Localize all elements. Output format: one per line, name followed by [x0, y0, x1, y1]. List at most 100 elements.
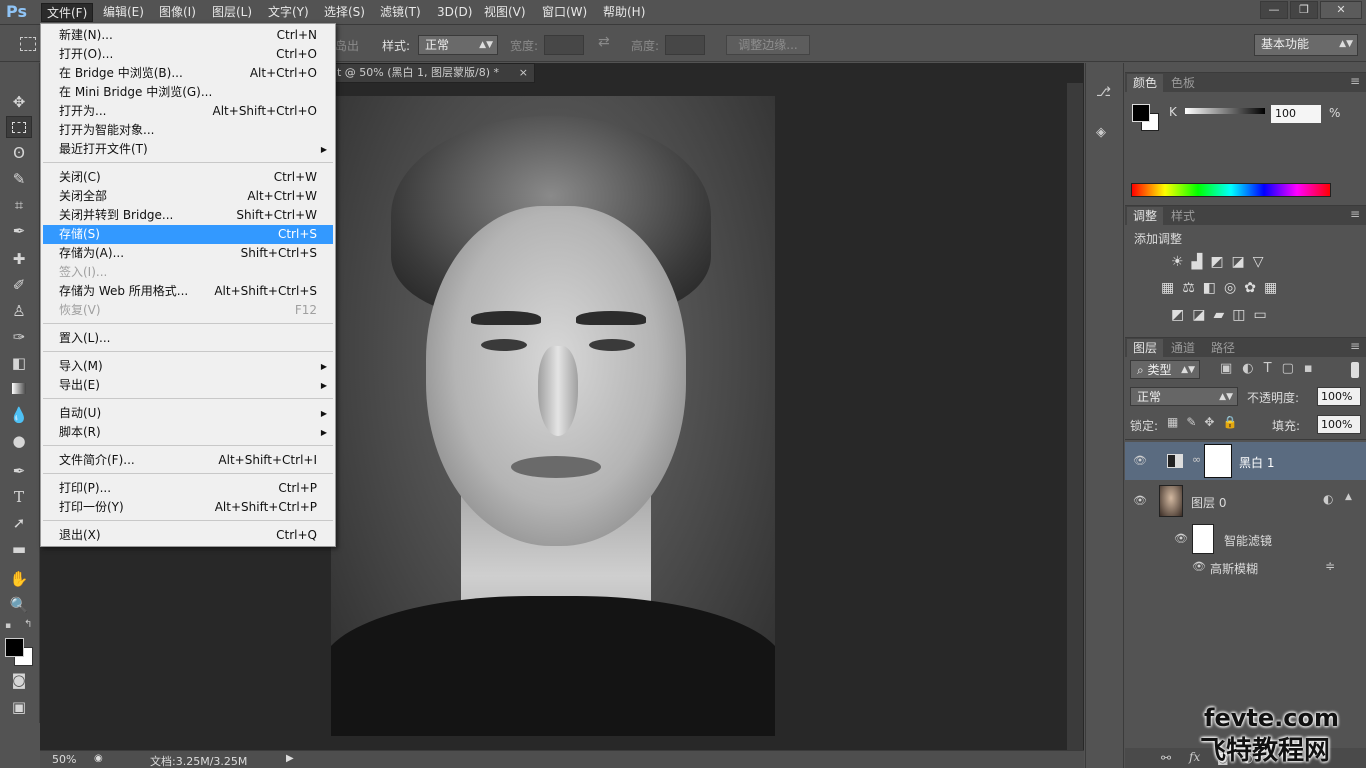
restore-button[interactable]: ❐ — [1290, 1, 1318, 19]
status-arrow-icon[interactable]: ▶ — [286, 753, 294, 764]
menu-item-close[interactable]: 关闭(C) Ctrl+W — [43, 168, 333, 187]
tab-channels[interactable]: 通道 — [1165, 339, 1201, 357]
chevron-up-icon[interactable]: ▲ — [1345, 492, 1352, 502]
menu-type[interactable]: 文字(Y) — [263, 3, 314, 22]
menu-3d[interactable]: 3D(D) — [432, 3, 477, 22]
menu-filter[interactable]: 滤镜(T) — [375, 3, 426, 22]
fill-input[interactable]: 100% — [1317, 415, 1361, 434]
menu-item-close-all[interactable]: 关闭全部 Alt+Ctrl+W — [43, 187, 333, 206]
k-value-input[interactable]: 100 — [1271, 105, 1321, 123]
filter-toggle[interactable] — [1351, 362, 1359, 378]
eye-icon[interactable]: 👁 — [1133, 454, 1147, 467]
width-input[interactable] — [544, 35, 584, 55]
minimize-button[interactable]: — — [1260, 1, 1288, 19]
clone-stamp-tool-icon[interactable]: ♙ — [6, 300, 32, 322]
menu-edit[interactable]: 编辑(E) — [98, 3, 149, 22]
gaussian-blur-row[interactable]: 👁 高斯模糊 ≑ — [1125, 557, 1366, 576]
move-tool-icon[interactable]: ✥ — [6, 91, 32, 113]
menu-item-automate[interactable]: 自动(U) ▶ — [43, 404, 333, 423]
menu-item-browse-bridge[interactable]: 在 Bridge 中浏览(B)... Alt+Ctrl+O — [43, 64, 333, 83]
eye-icon[interactable]: 👁 — [1133, 494, 1147, 507]
tab-adjustments[interactable]: 调整 — [1127, 207, 1164, 225]
quick-mask-icon[interactable]: ◙ — [6, 669, 32, 691]
swap-icon[interactable]: ⇄ — [598, 34, 610, 50]
blend-mode-select[interactable]: 正常 ▲▼ — [1130, 387, 1238, 406]
menu-item-place[interactable]: 置入(L)... — [43, 329, 333, 348]
tab-color[interactable]: 颜色 — [1127, 74, 1164, 92]
panel-menu-icon[interactable]: ≡ — [1350, 339, 1360, 353]
marquee-tool-icon[interactable] — [6, 116, 32, 138]
brush-tool-icon[interactable]: ✐ — [6, 274, 32, 296]
pen-tool-icon[interactable]: ✒ — [6, 460, 32, 482]
menu-help[interactable]: 帮助(H) — [598, 3, 650, 22]
lock-icons[interactable]: ▦✎✥🔒 — [1167, 415, 1245, 429]
tab-layers[interactable]: 图层 — [1127, 339, 1164, 357]
k-slider[interactable] — [1185, 108, 1265, 114]
menu-item-print-one-copy[interactable]: 打印一份(Y) Alt+Shift+Ctrl+P — [43, 498, 333, 517]
menu-item-open[interactable]: 打开(O)... Ctrl+O — [43, 45, 333, 64]
panel-menu-icon[interactable]: ≡ — [1350, 207, 1360, 221]
menu-item-recent-files[interactable]: 最近打开文件(T) ▶ — [43, 140, 333, 159]
menu-image[interactable]: 图像(I) — [154, 3, 201, 22]
image-canvas[interactable] — [331, 96, 775, 736]
dodge-tool-icon[interactable]: ● — [6, 430, 32, 452]
style-select[interactable]: 正常 ▲▼ — [418, 35, 498, 55]
vertical-scrollbar[interactable] — [1067, 83, 1083, 750]
menu-item-file-info[interactable]: 文件简介(F)... Alt+Shift+Ctrl+I — [43, 451, 333, 470]
tab-paths[interactable]: 路径 — [1205, 339, 1241, 357]
document-tab[interactable]: t @ 50% (黑白 1, 图层蒙版/8) * × — [330, 63, 535, 83]
adjustment-icons-row3[interactable]: ◩◪▰◫▭ — [1171, 307, 1275, 323]
rectangle-tool-icon[interactable]: ▬ — [6, 538, 32, 560]
foreground-color-swatch[interactable] — [5, 638, 24, 657]
status-icon[interactable]: ◉ — [94, 753, 103, 764]
height-input[interactable] — [665, 35, 705, 55]
zoom-tool-icon[interactable]: 🔍 — [6, 594, 32, 616]
layer-row-layer0[interactable]: 👁 图层 0 ◐ ▲ — [1125, 482, 1366, 520]
menu-item-import[interactable]: 导入(M) ▶ — [43, 357, 333, 376]
tab-styles[interactable]: 样式 — [1165, 207, 1201, 225]
layer-filter-icons[interactable]: ▣◐T▢▪ — [1220, 361, 1323, 376]
filter-options-icon[interactable]: ≑ — [1325, 559, 1335, 573]
marquee-tool-preset-icon[interactable] — [20, 37, 36, 51]
menu-view[interactable]: 视图(V) — [479, 3, 531, 22]
menu-item-save-for-web[interactable]: 存储为 Web 所用格式... Alt+Shift+Ctrl+S — [43, 282, 333, 301]
color-spectrum-bar[interactable] — [1131, 183, 1331, 197]
smart-filters-row[interactable]: 👁 智能滤镜 — [1125, 522, 1366, 556]
hand-tool-icon[interactable]: ✋ — [6, 568, 32, 590]
adjustment-icons-row2[interactable]: ▦⚖◧◎✿▦ — [1161, 280, 1285, 296]
panel-menu-icon[interactable]: ≡ — [1350, 74, 1360, 88]
lasso-tool-icon[interactable]: ʘ — [6, 142, 32, 164]
color-fg-swatch[interactable] — [1132, 104, 1150, 122]
gradient-tool-icon[interactable] — [6, 378, 32, 400]
menu-layer[interactable]: 图层(L) — [207, 3, 257, 22]
eyedropper-tool-icon[interactable]: ✒ — [6, 220, 32, 242]
refine-edge-button[interactable]: 调整边缘... — [726, 35, 810, 55]
menu-item-print[interactable]: 打印(P)... Ctrl+P — [43, 479, 333, 498]
path-select-tool-icon[interactable]: ➚ — [6, 512, 32, 534]
eye-icon[interactable]: 👁 — [1174, 532, 1188, 545]
menu-item-new[interactable]: 新建(N)... Ctrl+N — [43, 26, 333, 45]
close-tab-icon[interactable]: × — [519, 64, 528, 82]
history-panel-icon[interactable]: ⎇ — [1096, 85, 1114, 105]
layer-row-bw[interactable]: 👁 ∞ 黑白 1 — [1125, 442, 1366, 480]
menu-item-save[interactable]: 存储(S) Ctrl+S — [43, 225, 333, 244]
blur-tool-icon[interactable]: 💧 — [6, 404, 32, 426]
screen-mode-icon[interactable]: ▣ — [6, 696, 32, 718]
quick-select-tool-icon[interactable]: ✎ — [6, 168, 32, 190]
eye-icon[interactable]: 👁 — [1192, 560, 1206, 573]
fx-icon[interactable]: fx — [1189, 750, 1200, 764]
menu-item-exit[interactable]: 退出(X) Ctrl+Q — [43, 526, 333, 545]
menu-item-open-smart-object[interactable]: 打开为智能对象... — [43, 121, 333, 140]
link-layers-icon[interactable]: ⚯ — [1161, 751, 1171, 765]
menu-item-open-as[interactable]: 打开为... Alt+Shift+Ctrl+O — [43, 102, 333, 121]
default-colors-icon[interactable]: ▪ — [5, 621, 11, 631]
menu-item-scripts[interactable]: 脚本(R) ▶ — [43, 423, 333, 442]
healing-brush-tool-icon[interactable]: ✚ — [6, 248, 32, 270]
tab-swatches[interactable]: 色板 — [1165, 74, 1201, 92]
menu-window[interactable]: 窗口(W) — [537, 3, 592, 22]
history-brush-tool-icon[interactable]: ✑ — [6, 326, 32, 348]
menu-item-close-go-bridge[interactable]: 关闭并转到 Bridge... Shift+Ctrl+W — [43, 206, 333, 225]
properties-panel-icon[interactable]: ◈ — [1096, 125, 1114, 145]
adjustment-icons-row1[interactable]: ☀▟◩◪▽ — [1171, 254, 1272, 270]
menu-item-save-as[interactable]: 存储为(A)... Shift+Ctrl+S — [43, 244, 333, 263]
